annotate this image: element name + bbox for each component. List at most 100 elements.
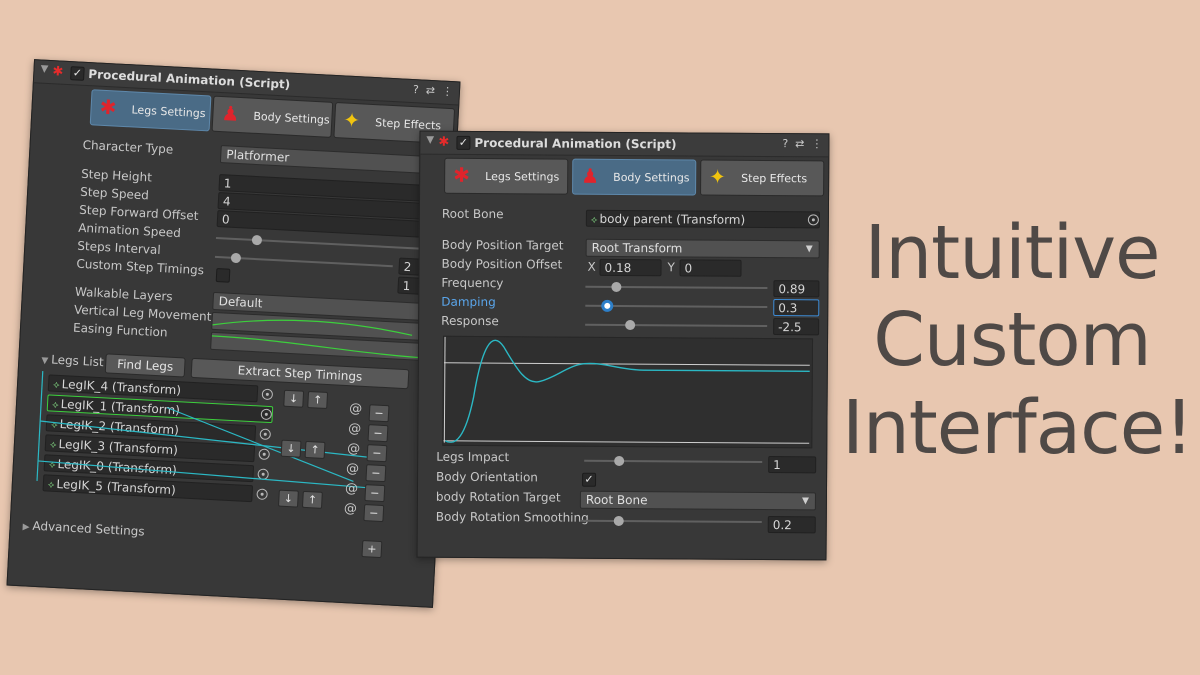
foldout-arrow-icon[interactable]: ▼ [426,135,434,146]
chevron-down-icon: ▼ [801,496,809,507]
presets-icon[interactable]: ⇄ [425,84,435,97]
left-inspector-panel: ▼ ✱ ✓ Procedural Animation (Script) ? ⇄ ⋮ … [6,59,461,608]
response-curve-graph [443,336,810,444]
animation-speed-label: Animation Speed [77,220,182,241]
spider-icon: ✱ [99,94,118,120]
component-title: Procedural Animation (Script) [474,135,677,152]
object-picker-icon[interactable] [807,214,819,226]
response-label: Response [441,313,499,329]
presets-icon[interactable]: ⇄ [795,137,804,150]
transform-icon: ⟡ [590,214,598,226]
kebab-menu-icon[interactable]: ⋮ [811,137,822,150]
frequency-field[interactable]: 0.89 [773,280,820,298]
step-speed-label: Step Speed [79,184,150,203]
character-type-dropdown[interactable]: Platformer [219,145,449,175]
component-enabled-checkbox[interactable]: ✓ [456,135,471,150]
tab-step-effects[interactable]: ✦ Step Effects [700,159,825,197]
damping-slider[interactable] [585,299,768,312]
help-icon[interactable]: ? [413,83,420,96]
body-orientation-checkbox[interactable]: ✓ [582,472,597,487]
offset-y-field[interactable]: 0 [679,259,742,277]
response-slider[interactable] [585,320,768,331]
dropdown-value: Root Transform [591,240,683,256]
remove-leg-button[interactable]: − [365,464,387,483]
move-down-button[interactable]: ↓ [280,439,302,458]
custom-step-timings-checkbox[interactable] [215,268,231,283]
help-icon[interactable]: ? [782,137,788,150]
step-forward-offset-label: Step Forward Offset [78,202,199,223]
slider-knob[interactable] [611,281,622,292]
body-figure-icon: ♟ [220,101,241,126]
remove-leg-button[interactable]: − [366,444,388,463]
spiral-icon[interactable]: @ [345,481,359,497]
body-rotation-smoothing-label: Body Rotation Smoothing [435,509,589,525]
tab-body-settings[interactable]: ♟ Body Settings [211,95,334,138]
remove-leg-button[interactable]: − [364,484,386,503]
body-rotation-smoothing-slider[interactable] [579,515,762,527]
remove-leg-button[interactable]: − [367,424,389,443]
walkable-layers-label: Walkable Layers [74,284,173,304]
spiral-icon[interactable]: @ [344,501,358,517]
slider-knob[interactable] [230,252,242,264]
damping-field[interactable]: 0.3 [773,299,820,317]
dropdown-value: Default [218,294,263,311]
steps-interval-label: Steps Interval [77,238,161,258]
legs-impact-slider[interactable] [584,455,763,467]
slider-knob[interactable] [613,515,624,527]
tab-legs-settings[interactable]: ✱ Legs Settings [444,157,569,195]
sparkle-icon: ✦ [342,107,361,133]
move-up-button[interactable]: ↑ [304,440,326,459]
advanced-settings-foldout[interactable]: ▶ Advanced Settings [22,518,145,539]
frequency-slider[interactable] [585,281,768,292]
body-rotation-target-dropdown[interactable]: Root Bone ▼ [579,490,816,511]
chevron-down-icon: ▼ [805,244,813,255]
add-leg-button[interactable]: + [361,540,383,559]
sparkle-icon: ✦ [709,164,727,189]
steps-interval-slider[interactable] [214,252,393,268]
spiral-icon[interactable]: @ [349,401,363,417]
dropdown-value: Root Bone [585,492,648,508]
move-up-button[interactable]: ↑ [307,390,329,410]
foldout-arrow-icon[interactable]: ▼ [40,64,48,75]
header-icons: ? ⇄ ⋮ [406,83,454,98]
tab-legs-settings[interactable]: ✱ Legs Settings [89,89,212,132]
vertical-leg-movement-label: Vertical Leg Movement [73,302,212,324]
headline-line-2: Custom [873,297,1152,384]
headline-line-1: Intuitive [864,210,1160,296]
spider-logo-icon: ✱ [52,64,64,80]
remove-leg-button[interactable]: − [363,504,385,523]
animation-speed-slider[interactable] [215,234,444,251]
component-enabled-checkbox[interactable]: ✓ [70,66,85,81]
spiral-icon[interactable]: @ [347,441,361,457]
slider-knob[interactable] [614,455,625,467]
move-up-button[interactable]: ↑ [301,490,323,509]
easing-function-label: Easing Function [72,320,168,340]
offset-x-label: X [587,259,596,274]
custom-step-timings-label: Custom Step Timings [76,256,205,278]
response-field[interactable]: -2.5 [773,318,820,336]
legs-impact-field[interactable]: 1 [768,456,817,474]
slider-knob[interactable] [251,234,263,246]
slider-knob[interactable] [625,320,636,331]
move-down-button[interactable]: ↓ [283,389,305,408]
body-rotation-smoothing-field[interactable]: 0.2 [767,516,816,534]
spiral-icon[interactable]: @ [348,421,362,437]
slider-knob[interactable] [601,299,614,312]
frequency-label: Frequency [441,275,504,291]
body-position-target-dropdown[interactable]: Root Transform ▼ [585,238,820,259]
root-bone-field[interactable]: ⟡ body parent (Transform) [585,209,820,229]
tab-body-settings[interactable]: ♟ Body Settings [572,158,697,196]
tab-label: Legs Settings [131,103,206,121]
headline: Intuitive Custom Interface! [842,210,1194,472]
spiral-icon[interactable]: @ [346,461,360,477]
body-rotation-target-label: body Rotation Target [435,489,561,505]
component-header[interactable]: ▼ ✱ ✓ Procedural Animation (Script) ? ⇄ ⋮ [420,131,829,158]
headline-line-3: Interface! [842,384,1194,471]
tab-label: Legs Settings [485,170,560,184]
damping-label: Damping [441,294,496,310]
move-down-button[interactable]: ↓ [278,489,299,508]
remove-leg-button[interactable]: − [368,404,390,423]
offset-x-field[interactable]: 0.18 [599,258,662,277]
tab-label: Step Effects [741,171,808,186]
kebab-menu-icon[interactable]: ⋮ [442,85,454,99]
